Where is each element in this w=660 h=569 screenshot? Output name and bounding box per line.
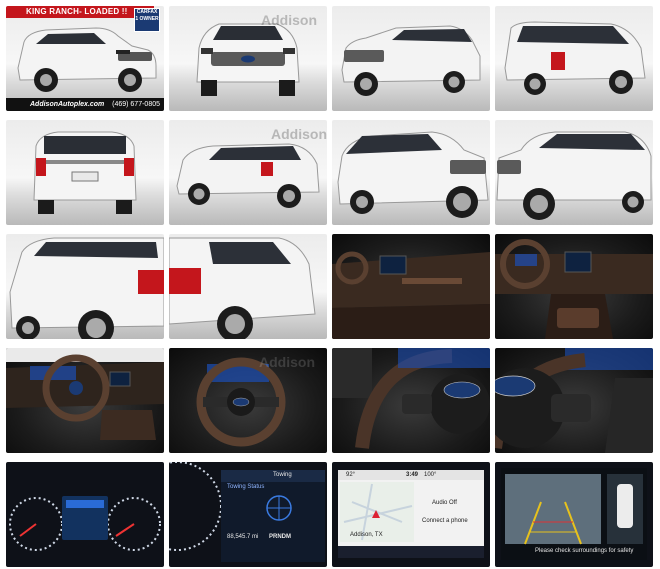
interior-cockpit-image: [6, 348, 164, 440]
photo-tile-8[interactable]: [495, 120, 653, 225]
clock: 3:49: [406, 472, 419, 478]
badge-line-1: CARFAX: [136, 9, 158, 15]
interior-dashboard-image: [332, 251, 490, 339]
interior-dashboard-image: [495, 239, 653, 339]
photo-tile-20[interactable]: Please check surroundings for safety: [495, 462, 653, 567]
white-suv-image: [496, 131, 652, 220]
white-suv-image: [9, 237, 164, 339]
photo-tile-6[interactable]: Addison: [169, 120, 327, 225]
photo-tile-16[interactable]: [495, 348, 653, 453]
photo-tile-17[interactable]: [6, 462, 164, 567]
towing-title: Towing: [273, 472, 292, 478]
outside-temp: 92°: [346, 472, 356, 478]
odometer: 88,545.7 mi: [227, 534, 259, 540]
photo-tile-13[interactable]: [6, 348, 164, 453]
watermark: Addison: [271, 126, 327, 142]
photo-tile-12[interactable]: [495, 234, 653, 339]
watermark: Addison: [261, 12, 317, 28]
dealer-site[interactable]: AddisonAutoplex.com: [30, 98, 104, 111]
location-label: Addison, TX: [350, 532, 383, 538]
carfax-badge: CARFAX 1 OWNER: [134, 8, 160, 32]
photo-gallery: KING RANCH- LOADED !! CARFAX 1 OWNER Add…: [6, 6, 654, 567]
photo-tile-2[interactable]: Addison: [169, 6, 327, 111]
gear-indicator: PRNDM: [269, 534, 291, 540]
cluster-towing-image: [169, 462, 325, 562]
photo-tile-15[interactable]: [332, 348, 490, 453]
photo-tile-3[interactable]: [332, 6, 490, 111]
photo-tile-7[interactable]: [332, 120, 490, 225]
white-suv-image: [169, 237, 316, 339]
photo-tile-14[interactable]: Addison: [169, 348, 327, 453]
listing-banner: KING RANCH- LOADED !!: [6, 6, 154, 18]
watermark: Addison: [259, 354, 315, 370]
instrument-cluster-image: [9, 496, 161, 551]
badge-line-2: 1 OWNER: [135, 16, 159, 22]
photo-tile-19[interactable]: 3:49 100° 92° Audio Off Connect a phone …: [332, 462, 490, 567]
audio-status[interactable]: Audio Off: [432, 500, 457, 506]
photo-tile-9[interactable]: [6, 234, 164, 339]
photo-tile-4[interactable]: [495, 6, 653, 111]
white-suv-image: [33, 131, 137, 214]
connect-phone[interactable]: Connect a phone: [422, 518, 468, 524]
temperature: 100°: [424, 472, 437, 478]
camera-warning: Please check surroundings for safety: [535, 548, 634, 554]
photo-tile-10[interactable]: [169, 234, 327, 339]
photo-tile-1[interactable]: KING RANCH- LOADED !! CARFAX 1 OWNER Add…: [6, 6, 164, 111]
towing-status: Towing Status: [227, 484, 265, 490]
dealer-footer: AddisonAutoplex.com (469) 677-0805: [6, 98, 164, 111]
white-suv-image: [337, 131, 489, 218]
photo-tile-11[interactable]: [332, 234, 490, 339]
photo-tile-18[interactable]: Towing Towing Status 88,545.7 mi PRNDM: [169, 462, 327, 567]
steering-wheel-logo-image: [495, 348, 653, 453]
white-suv-image: [341, 25, 481, 96]
dealer-phone[interactable]: (469) 677-0805: [112, 98, 160, 111]
white-suv-image: [504, 21, 646, 95]
steering-wheel-close-image: [332, 348, 490, 449]
photo-tile-5[interactable]: [6, 120, 164, 225]
